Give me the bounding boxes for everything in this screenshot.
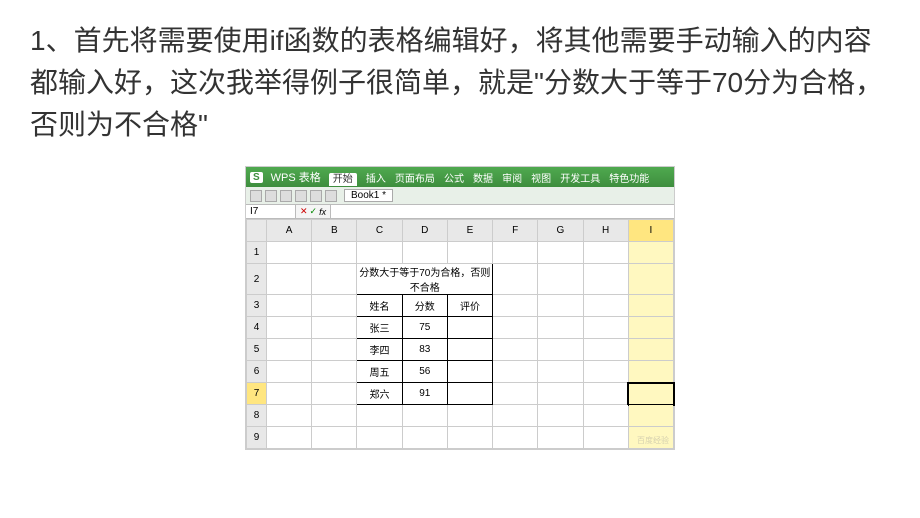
cell-name-1[interactable]: 李四 [357,339,402,361]
wps-logo-icon: S [250,172,263,183]
cell-score-2[interactable]: 56 [402,361,447,383]
rowh-5[interactable]: 5 [247,339,267,361]
quick-toolbar: Book1 * [246,187,674,205]
wps-screenshot: S WPS 表格 开始 插入 页面布局 公式 数据 审阅 视图 开发工具 特色功… [245,166,675,450]
wps-titlebar: S WPS 表格 开始 插入 页面布局 公式 数据 审阅 视图 开发工具 特色功… [246,167,674,187]
tab-insert[interactable]: 插入 [366,174,386,185]
rowh-8[interactable]: 8 [247,405,267,427]
row-9: 9 百度经验 [247,427,674,449]
header-name: 姓名 [357,295,402,317]
select-all-corner[interactable] [247,220,267,242]
document-tab[interactable]: Book1 * [344,189,393,202]
cell-eval-3[interactable] [447,383,492,405]
tab-data[interactable]: 数据 [473,174,493,185]
cell-name-3[interactable]: 郑六 [357,383,402,405]
row-1: 1 [247,242,674,264]
cell-name-0[interactable]: 张三 [357,317,402,339]
print-icon[interactable] [295,190,307,202]
rowh-1[interactable]: 1 [247,242,267,264]
cell-score-3[interactable]: 91 [402,383,447,405]
cancel-icon[interactable]: ✕ [300,206,308,217]
col-F[interactable]: F [493,220,538,242]
col-B[interactable]: B [312,220,357,242]
rowh-4[interactable]: 4 [247,317,267,339]
new-icon[interactable] [250,190,262,202]
cell-name-2[interactable]: 周五 [357,361,402,383]
instruction-text: 1、首先将需要使用if函数的表格编辑好，将其他需要手动输入的内容都输入好，这次我… [30,20,890,146]
cell-eval-0[interactable] [447,317,492,339]
row-2: 2 分数大于等于70为合格，否则不合格 [247,264,674,295]
table-title: 分数大于等于70为合格，否则不合格 [357,264,493,295]
tab-view[interactable]: 视图 [531,174,551,185]
cell-score-0[interactable]: 75 [402,317,447,339]
col-D[interactable]: D [402,220,447,242]
formula-bar: I7 ✕ ✓ fx [246,205,674,219]
spreadsheet-grid[interactable]: A B C D E F G H I 1 2 分数大于等于70为合格，否则不合格 [246,219,674,449]
rowh-9[interactable]: 9 [247,427,267,449]
watermark-text: 百度经验 [637,435,669,446]
rowh-6[interactable]: 6 [247,361,267,383]
rowh-2[interactable]: 2 [247,264,267,295]
cell-eval-1[interactable] [447,339,492,361]
col-C[interactable]: C [357,220,402,242]
rowh-7[interactable]: 7 [247,383,267,405]
col-E[interactable]: E [447,220,492,242]
tab-layout[interactable]: 页面布局 [395,174,435,185]
formula-input[interactable] [331,205,674,218]
row-8: 8 [247,405,674,427]
row-4: 4 张三 75 [247,317,674,339]
fx-icon[interactable]: fx [319,207,326,217]
cell-eval-2[interactable] [447,361,492,383]
wps-app-label: WPS 表格 [271,169,321,185]
row-7: 7 郑六 91 [247,383,674,405]
tab-home[interactable]: 开始 [329,173,357,186]
screenshot-container: S WPS 表格 开始 插入 页面布局 公式 数据 审阅 视图 开发工具 特色功… [30,166,890,450]
rowh-3[interactable]: 3 [247,295,267,317]
redo-icon[interactable] [325,190,337,202]
row-6: 6 周五 56 [247,361,674,383]
active-cell-I7[interactable] [628,383,673,405]
col-I[interactable]: I [628,220,673,242]
row-3: 3 姓名 分数 评价 [247,295,674,317]
header-eval: 评价 [447,295,492,317]
col-A[interactable]: A [267,220,312,242]
column-headers: A B C D E F G H I [247,220,674,242]
name-box[interactable]: I7 [246,205,296,218]
undo-icon[interactable] [310,190,322,202]
cell-score-1[interactable]: 83 [402,339,447,361]
col-G[interactable]: G [538,220,583,242]
tab-formula[interactable]: 公式 [444,174,464,185]
open-icon[interactable] [265,190,277,202]
enter-icon[interactable]: ✓ [310,206,318,217]
header-score: 分数 [402,295,447,317]
row-5: 5 李四 83 [247,339,674,361]
tab-feature[interactable]: 特色功能 [609,174,649,185]
save-icon[interactable] [280,190,292,202]
tab-dev[interactable]: 开发工具 [560,174,600,185]
formula-buttons: ✕ ✓ fx [296,205,331,218]
tab-review[interactable]: 审阅 [502,174,522,185]
ribbon-tabs: 开始 插入 页面布局 公式 数据 审阅 视图 开发工具 特色功能 [329,170,656,185]
col-H[interactable]: H [583,220,628,242]
